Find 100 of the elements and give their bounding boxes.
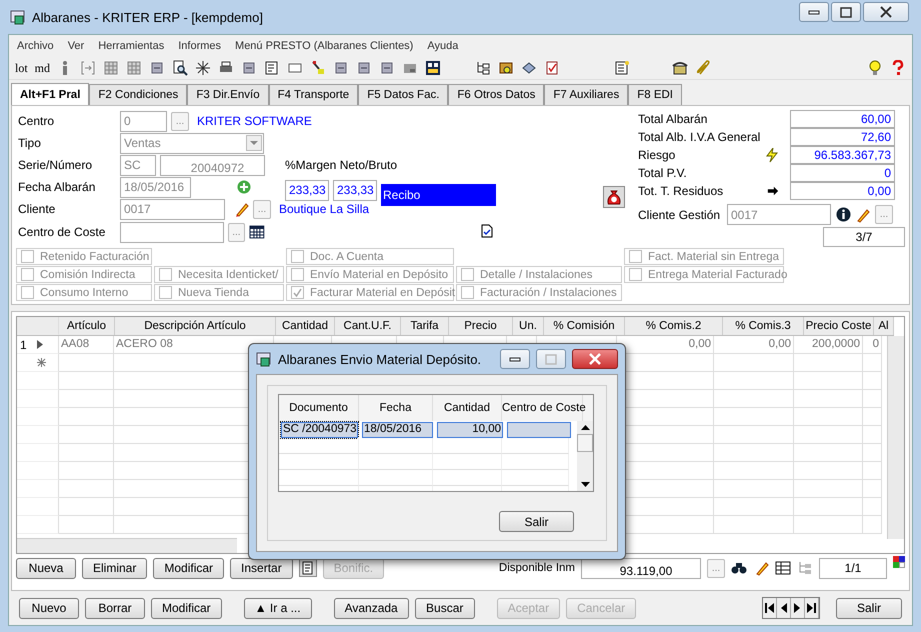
menu-item[interactable]: Herramientas: [98, 40, 164, 52]
tab[interactable]: F4 Transporte: [268, 84, 358, 105]
gross-margin-field[interactable]: 233,33: [333, 180, 377, 200]
tab[interactable]: F3 Dir.Envío: [187, 84, 269, 105]
table-cell[interactable]: SC /20040973: [281, 422, 358, 438]
toolbar-button[interactable]: ▲ Ir a ...: [244, 598, 312, 618]
grid-icon[interactable]: [126, 60, 142, 76]
toolbar-button[interactable]: md: [34, 60, 50, 76]
input-field[interactable]: [120, 222, 224, 242]
exit-button[interactable]: Salir: [499, 511, 574, 532]
checkbox[interactable]: Fact. Material sin Entrega: [624, 248, 784, 265]
scrollbar-thumb[interactable]: [577, 434, 593, 452]
checkbox[interactable]: Comisión Indirecta: [16, 266, 152, 283]
column-header[interactable]: Al: [874, 317, 894, 335]
next-record-button[interactable]: [791, 598, 805, 618]
checkbox[interactable]: Envío Material en Depósito: [286, 266, 454, 283]
vertical-scrollbar[interactable]: [887, 336, 904, 539]
toolbar-button[interactable]: Avanzada: [334, 598, 409, 618]
column-header[interactable]: Un.: [513, 317, 544, 335]
minimize-button[interactable]: [500, 349, 530, 369]
toolbar-button[interactable]: Nueva: [16, 558, 76, 578]
toolbar-button[interactable]: Eliminar: [82, 558, 148, 578]
magnifier-icon[interactable]: [172, 60, 188, 76]
column-header[interactable]: Tarifa: [401, 317, 449, 335]
window-grid-icon[interactable]: [425, 60, 442, 76]
table-cell[interactable]: 10,00: [437, 422, 503, 438]
column-header[interactable]: Artículo: [59, 317, 115, 335]
column-header[interactable]: Cant.U.F.: [335, 317, 401, 335]
checkbox[interactable]: Consumo Interno: [16, 284, 152, 301]
scroll-up-icon[interactable]: [580, 425, 590, 430]
selected-row[interactable]: SC /20040973 18/05/2016 10,00: [279, 421, 573, 438]
column-header[interactable]: Cantidad: [276, 317, 335, 335]
minimize-button[interactable]: [799, 2, 829, 22]
phone-icon[interactable]: [672, 60, 688, 76]
flag-icon[interactable]: [893, 556, 905, 568]
available-field[interactable]: 93.119,00: [581, 558, 701, 578]
toolbar-button[interactable]: Borrar: [85, 598, 145, 618]
tab[interactable]: Alt+F1 Pral: [11, 83, 90, 105]
help-icon[interactable]: [890, 60, 906, 76]
binoculars-icon[interactable]: [731, 561, 749, 575]
toolbar-button[interactable]: Buscar: [414, 598, 475, 618]
checkbox[interactable]: Facturar Material en Depósit: [286, 284, 454, 301]
menu-item[interactable]: Archivo: [17, 40, 54, 52]
menu-item[interactable]: Menú PRESTO (Albaranes Clientes): [235, 40, 414, 52]
table-cell[interactable]: 18/05/2016: [362, 422, 433, 438]
net-margin-field[interactable]: 233,33: [285, 180, 329, 200]
note-icon[interactable]: [298, 559, 317, 577]
checkbox[interactable]: Necesita Identicket/: [154, 266, 284, 283]
scroll-down-icon[interactable]: [580, 482, 590, 487]
paperclip-icon[interactable]: [695, 60, 712, 76]
toolbar-button[interactable]: lot: [15, 60, 28, 76]
checkbox[interactable]: Doc. A Cuenta: [286, 248, 454, 265]
tab[interactable]: F6 Otros Datos: [448, 84, 544, 105]
checked-document-icon[interactable]: [481, 224, 493, 238]
close-button[interactable]: [863, 2, 909, 22]
toolbar-button[interactable]: Nuevo: [19, 598, 79, 618]
pencil-icon[interactable]: [235, 201, 249, 217]
folder-icon[interactable]: [498, 60, 514, 76]
tab[interactable]: F5 Datos Fac.: [358, 84, 448, 105]
column-header[interactable]: Fecha: [359, 395, 433, 421]
add-icon[interactable]: [237, 180, 251, 194]
checkbox[interactable]: Facturación / Instalaciones: [456, 284, 622, 301]
checkbox[interactable]: Detalle / Instalaciones: [456, 266, 622, 283]
column-header[interactable]: Precio: [449, 317, 513, 335]
documents-icon[interactable]: [103, 60, 120, 76]
exit-button[interactable]: Salir: [836, 598, 902, 618]
horizontal-scrollbar[interactable]: [17, 538, 237, 553]
brush-icon[interactable]: [310, 60, 326, 76]
payment-method-field[interactable]: Recibo: [381, 184, 496, 206]
menu-item[interactable]: Informes: [178, 40, 222, 52]
column-header[interactable]: % Comis.2: [625, 317, 723, 335]
sparkle-icon[interactable]: [195, 60, 212, 76]
column-header[interactable]: Precio Coste: [804, 317, 874, 335]
table-icon[interactable]: [775, 561, 791, 575]
column-header[interactable]: Descripción Artículo: [115, 317, 276, 335]
pencil-icon[interactable]: [856, 206, 870, 222]
tab[interactable]: F7 Auxiliares: [544, 84, 628, 105]
toolbar-button[interactable]: Modificar: [153, 558, 224, 578]
column-header[interactable]: % Comisión: [544, 317, 625, 335]
calendar-icon[interactable]: [249, 225, 265, 239]
maximize-button[interactable]: [831, 2, 861, 22]
money-bag-button[interactable]: [602, 186, 625, 208]
tab[interactable]: F2 Condiciones: [89, 84, 188, 105]
vertical-scrollbar[interactable]: [577, 421, 593, 491]
checkbox[interactable]: Nueva Tienda: [154, 284, 284, 301]
close-button[interactable]: [572, 349, 618, 369]
checklist-icon[interactable]: [544, 60, 560, 76]
toolbar-button[interactable]: Modificar: [151, 598, 222, 618]
info-icon[interactable]: [836, 207, 851, 222]
bracket-icon[interactable]: [80, 60, 96, 76]
column-header[interactable]: % Comis.3: [723, 317, 804, 335]
pencil-icon[interactable]: [755, 560, 769, 576]
last-record-button[interactable]: [805, 598, 819, 618]
menu-item[interactable]: Ver: [68, 40, 84, 52]
tab[interactable]: F8 EDI: [628, 84, 682, 105]
first-record-button[interactable]: [763, 598, 777, 618]
column-header[interactable]: Cantidad: [433, 395, 502, 421]
note-icon[interactable]: [614, 60, 630, 76]
table-cell[interactable]: [507, 422, 571, 438]
note-icon[interactable]: [264, 60, 280, 76]
